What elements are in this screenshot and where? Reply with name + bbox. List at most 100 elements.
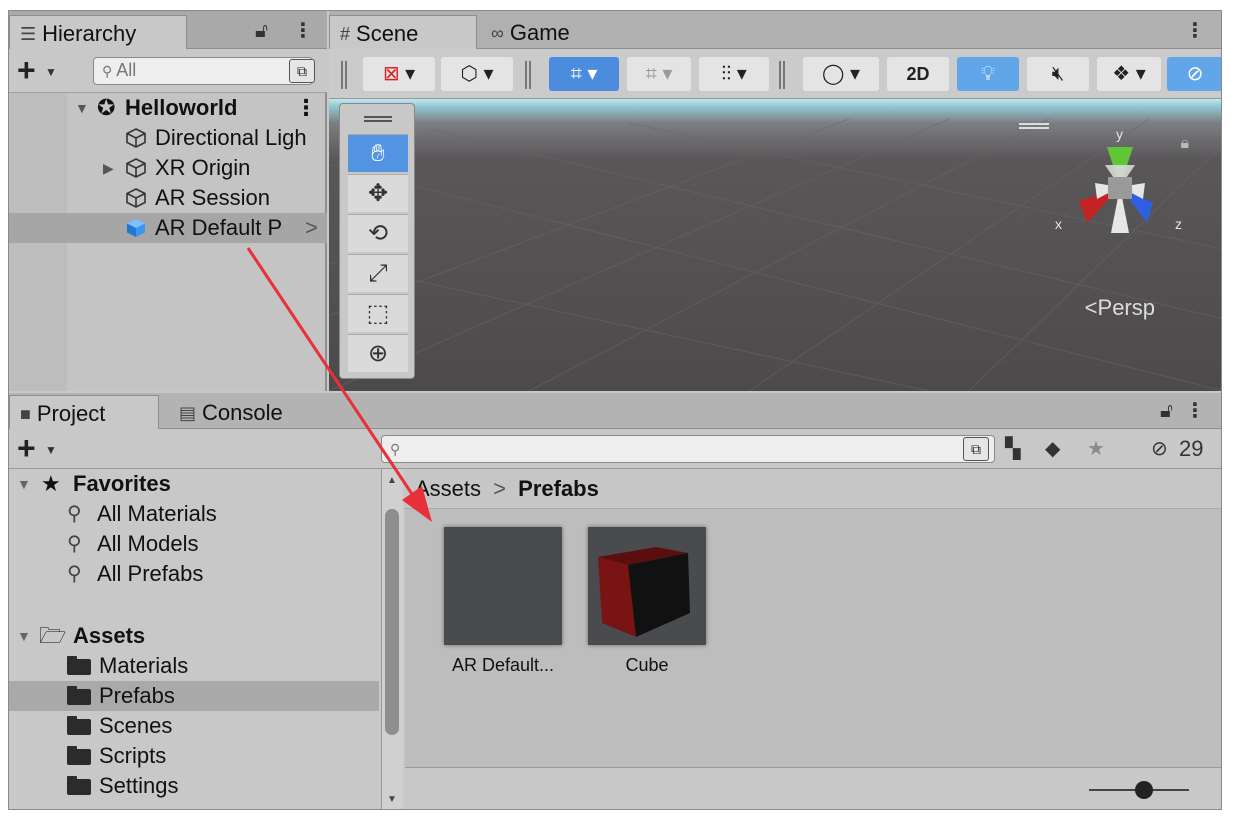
asset-label: AR Default... — [451, 655, 555, 675]
tree-favorite-item[interactable]: ⚲ All Models — [9, 529, 379, 559]
tools-grip-icon[interactable] — [364, 116, 392, 122]
tree-row-item[interactable]: Directional Ligh — [9, 123, 327, 153]
snap-increment-button[interactable]: ⌗ ▾ — [627, 57, 691, 91]
transform-tool-button[interactable]: ⊕ — [348, 334, 408, 372]
hidden-packages-icon[interactable]: ⊘ — [1151, 437, 1168, 461]
expand-arrow-icon[interactable]: ▶ — [103, 153, 114, 183]
scale-tool-button[interactable]: ⤢ — [348, 254, 408, 292]
tree-folder-item[interactable]: Scripts — [9, 741, 379, 771]
rotate-tool-button[interactable]: ⟲ — [348, 214, 408, 252]
scroll-down-icon[interactable]: ▼ — [387, 794, 397, 805]
tab-scene-label: Scene — [356, 21, 419, 46]
gizmo-y-label: y — [1116, 126, 1123, 142]
effects-button[interactable]: ❖ ▾ — [1097, 57, 1161, 91]
gizmo-sphere-button[interactable]: ◯ ▾ — [803, 57, 879, 91]
chevron-right-icon[interactable]: > — [305, 213, 318, 243]
lighting-button[interactable]: 💡︎ — [957, 57, 1019, 91]
tree-row-item-selected[interactable]: AR Default P > — [9, 213, 327, 243]
folder-label: Materials — [99, 653, 189, 678]
hierarchy-panel: ☰ Hierarchy 🔓︎ ⋮ + ▼ ⚲ All ⧉ ▼ ✪ Hellowor… — [9, 11, 327, 391]
eye-slash-icon: ⊘ — [1186, 63, 1204, 85]
projection-label[interactable]: <Persp — [1085, 295, 1155, 321]
rect-tool-button[interactable]: ⬚ — [348, 294, 408, 332]
kebab-menu-icon[interactable]: ⋮ — [1185, 399, 1205, 423]
hand-icon: ✋︎ — [371, 140, 385, 167]
lock-icon[interactable]: 🔓︎ — [255, 19, 268, 43]
toolbar-separator — [525, 61, 531, 89]
add-icon[interactable]: + — [17, 54, 36, 86]
expand-arrow-icon[interactable]: ▼ — [17, 621, 31, 651]
tree-row-root[interactable]: ▼ ✪ Helloworld ⋮ — [9, 93, 327, 123]
tab-hierarchy[interactable]: ☰ Hierarchy — [9, 15, 187, 49]
folder-label: Scenes — [99, 713, 173, 738]
tree-favorite-item[interactable]: ⚲ All Materials — [9, 499, 379, 529]
tab-scene[interactable]: # Scene — [329, 15, 477, 49]
scroll-up-icon[interactable]: ▲ — [387, 475, 397, 486]
audio-mute-button[interactable]: 🔇︎ — [1027, 57, 1089, 91]
tree-folder-item[interactable]: Settings — [9, 771, 379, 801]
expand-arrow-icon[interactable]: ▼ — [17, 469, 31, 499]
project-search-input[interactable]: ⚲ — [381, 435, 995, 463]
create-asset-icon[interactable]: + — [17, 432, 36, 464]
breadcrumb-prefabs[interactable]: Prefabs — [518, 476, 599, 501]
tab-console-label: Console — [202, 400, 283, 425]
star-icon[interactable]: ★ — [1087, 437, 1105, 461]
speaker-muted-icon: 🔇︎ — [1051, 63, 1065, 85]
orientation-gizmo[interactable]: y x z — [1045, 125, 1195, 265]
breadcrumb-assets[interactable]: Assets — [415, 476, 481, 501]
tag-icon[interactable]: ◆ — [1045, 437, 1060, 461]
tree-row-item[interactable]: AR Session — [9, 183, 327, 213]
kebab-menu-icon[interactable]: ⋮ — [293, 19, 313, 43]
zoom-slider-handle[interactable] — [1135, 781, 1153, 799]
tree-assets[interactable]: ▼ 🗁︎ Assets — [9, 621, 379, 651]
breadcrumb: Assets > Prefabs — [405, 469, 1221, 509]
tab-project[interactable]: ■ Project — [9, 395, 159, 429]
toolbar-separator — [779, 61, 785, 89]
grid-icon: ⌗ — [570, 63, 582, 85]
tree-row-item[interactable]: ▶ XR Origin — [9, 153, 327, 183]
grid-snap-button[interactable]: ⌗ ▾ — [549, 57, 619, 91]
ruler-button[interactable]: ⫶⫶ ▾ — [699, 57, 769, 91]
asset-thumbnail — [588, 527, 706, 645]
tree-item-label: XR Origin — [155, 155, 251, 180]
project-tabbar: ■ Project ▤ Console 🔓︎ ⋮ — [9, 393, 1221, 429]
asset-item[interactable]: Cube — [587, 527, 707, 676]
expand-arrow-icon[interactable]: ▼ — [75, 93, 89, 123]
chevron-down-icon[interactable]: ▼ — [45, 443, 57, 457]
hierarchy-search-input[interactable]: ⚲ All — [93, 57, 313, 85]
favorite-label: All Models — [97, 531, 199, 556]
hand-tool-button[interactable]: ✋︎ — [348, 134, 408, 172]
folder-tree-scrollbar[interactable]: ▲ ▼ — [381, 469, 403, 809]
kebab-menu-icon[interactable]: ⋮ — [1185, 19, 1205, 43]
move-tool-button[interactable]: ✥ — [348, 174, 408, 212]
scrollbar-thumb[interactable] — [385, 509, 399, 735]
tab-game[interactable]: ∞ Game — [481, 15, 601, 49]
root-menu-icon[interactable]: ⋮ — [295, 93, 317, 123]
asset-item[interactable]: AR Default... — [443, 527, 563, 676]
draw-mode-button[interactable]: ⊠ ▾ — [363, 57, 435, 91]
favorite-label: All Materials — [97, 501, 217, 526]
render-mode-button[interactable]: ⬡ ▾ — [441, 57, 513, 91]
list-icon: ☰ — [20, 24, 37, 44]
tree-folder-item[interactable]: Materials — [9, 651, 379, 681]
hidden-count: 29 — [1179, 436, 1204, 461]
asset-label: Cube — [625, 655, 669, 675]
tree-folder-item[interactable]: Scenes — [9, 711, 379, 741]
tab-console[interactable]: ▤ Console — [169, 395, 319, 429]
tree-folder-item-selected[interactable]: Prefabs — [9, 681, 379, 711]
lock-icon[interactable]: 🔓︎ — [1160, 399, 1173, 423]
filter-type-icon[interactable]: ▚ — [1005, 437, 1020, 461]
visibility-button[interactable]: ⊘ — [1167, 57, 1221, 91]
search-options-icon[interactable]: ⧉ — [289, 59, 315, 83]
asset-browser-statusbar — [405, 767, 1221, 809]
tree-favorite-item[interactable]: ⚲ All Prefabs — [9, 559, 379, 589]
scene-viewport[interactable]: 🔒︎ y x z <Persp — [329, 99, 1221, 391]
console-icon: ▤ — [179, 403, 197, 423]
search-options-icon[interactable]: ⧉ — [963, 437, 989, 461]
tree-favorites[interactable]: ▼ ★ Favorites — [9, 469, 379, 499]
mode-2d-button[interactable]: 2D — [887, 57, 949, 91]
chevron-down-icon[interactable]: ▼ — [45, 65, 57, 79]
tree-item-label: Directional Ligh — [155, 125, 307, 150]
project-panel: ■ Project ▤ Console 🔓︎ ⋮ + ▼ ⚲ ⧉ ▚ ◆ ★ ⊘ 2… — [9, 393, 1221, 809]
search-icon: ⚲ — [102, 63, 113, 79]
